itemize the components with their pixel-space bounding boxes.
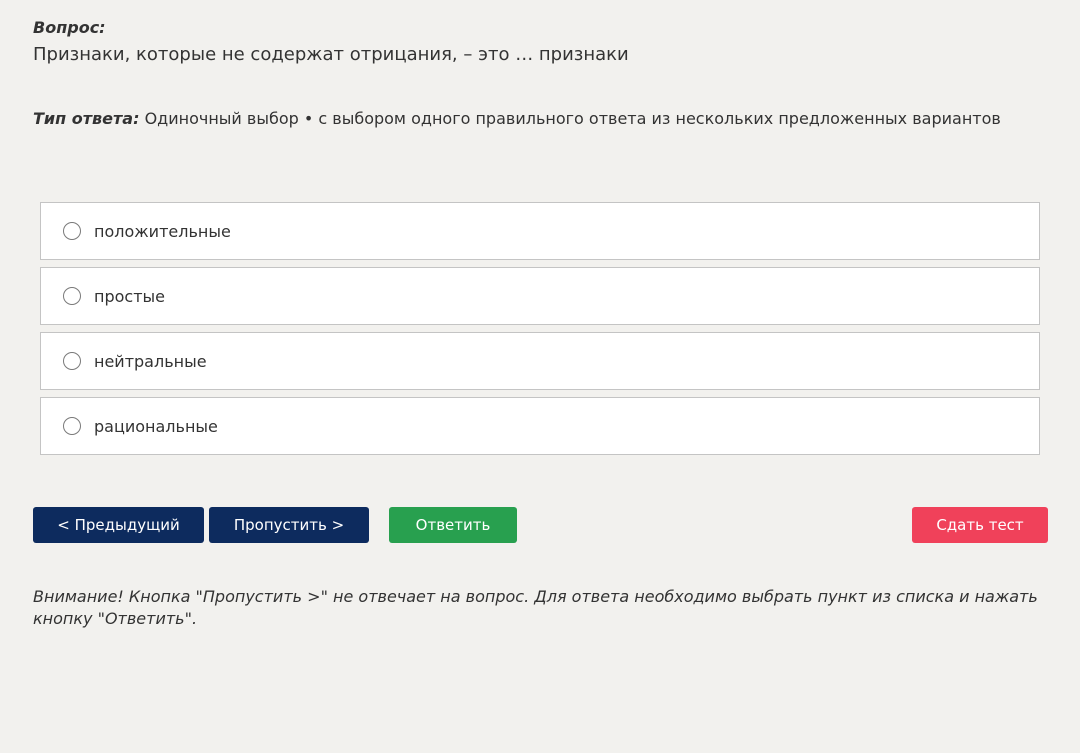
answer-type-label: Тип ответа:	[33, 109, 140, 128]
question-text: Признаки, которые не содержат отрицания,…	[33, 44, 629, 65]
submit-test-button[interactable]: Сдать тест	[912, 507, 1048, 543]
radio-button[interactable]	[63, 352, 81, 370]
radio-button[interactable]	[63, 417, 81, 435]
answer-options-list: положительные простые нейтральные рацион…	[40, 202, 1040, 462]
skip-button[interactable]: Пропустить >	[209, 507, 369, 543]
answer-option-label: рациональные	[94, 416, 218, 436]
radio-button[interactable]	[63, 287, 81, 305]
answer-option[interactable]: положительные	[40, 202, 1040, 260]
answer-type-value: Одиночный выбор • с выбором одного прави…	[144, 109, 1001, 128]
answer-option[interactable]: рациональные	[40, 397, 1040, 455]
answer-option-label: простые	[94, 286, 165, 306]
answer-type: Тип ответа: Одиночный выбор • с выбором …	[33, 109, 1001, 128]
answer-option[interactable]: нейтральные	[40, 332, 1040, 390]
answer-option-label: положительные	[94, 221, 231, 241]
warning-text: Внимание! Кнопка "Пропустить >" не отвеч…	[33, 587, 1038, 628]
answer-button[interactable]: Ответить	[389, 507, 517, 543]
answer-option[interactable]: простые	[40, 267, 1040, 325]
question-label: Вопрос:	[33, 18, 106, 37]
answer-option-label: нейтральные	[94, 351, 207, 371]
radio-button[interactable]	[63, 222, 81, 240]
previous-button[interactable]: < Предыдущий	[33, 507, 204, 543]
